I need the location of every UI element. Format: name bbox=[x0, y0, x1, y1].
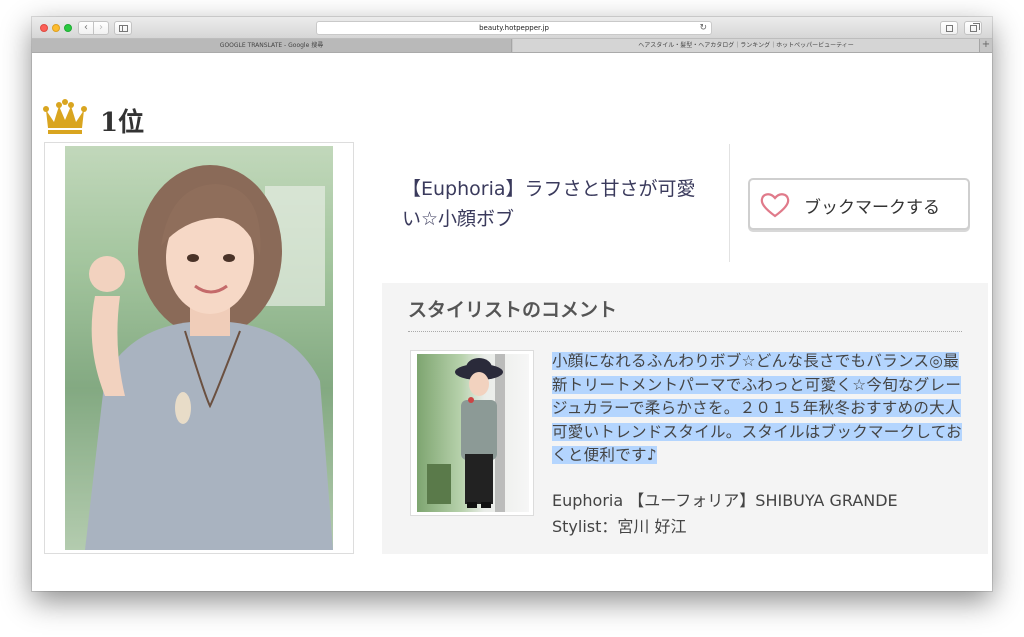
tab-google-translate[interactable]: GOOGLE TRANSLATE - Google 搜尋 bbox=[32, 39, 512, 52]
selected-comment-text: 小顔になれるふんわりボブ☆どんな長さでもバランス◎最新トリートメントパーマでふわ… bbox=[552, 352, 962, 464]
address-bar[interactable]: beauty.hotpepper.jp ↻ bbox=[316, 21, 712, 35]
bookmark-label: ブックマークする bbox=[804, 198, 940, 218]
stylist-name[interactable]: Stylist：宮川 好江 bbox=[552, 513, 687, 537]
style-photo-frame[interactable] bbox=[44, 142, 354, 554]
browser-window: ‹ › beauty.hotpepper.jp ↻ GOOGLE TRANSLA… bbox=[32, 17, 992, 591]
forward-button[interactable]: › bbox=[93, 21, 109, 35]
heading-divider bbox=[408, 331, 962, 332]
stylist-photo[interactable] bbox=[417, 354, 529, 512]
back-button[interactable]: ‹ bbox=[78, 21, 94, 35]
chevron-left-icon: ‹ bbox=[84, 22, 88, 33]
sidebar-icon bbox=[119, 25, 128, 32]
url-text: beauty.hotpepper.jp bbox=[479, 24, 549, 32]
salon-name[interactable]: Euphoria 【ユーフォリア】SHIBUYA GRANDE bbox=[552, 487, 898, 511]
stylist-comment-box: スタイリストのコメント 小顔になれるふんわりボブ☆どんな長さでもバランス◎最新ト… bbox=[382, 283, 988, 554]
show-tabs-button[interactable] bbox=[964, 21, 982, 35]
share-button[interactable] bbox=[940, 21, 958, 35]
style-photo[interactable] bbox=[65, 146, 333, 550]
zoom-window-button[interactable] bbox=[64, 24, 72, 32]
minimize-window-button[interactable] bbox=[52, 24, 60, 32]
crown-icon bbox=[43, 99, 87, 134]
rank-label: 1位 bbox=[100, 108, 145, 138]
heart-icon bbox=[760, 193, 790, 218]
page-content: 1位 【Euphoria】ラフさと甘さが可愛い☆小顔ボブ ブックマークする スタ… bbox=[32, 54, 992, 591]
reload-icon[interactable]: ↻ bbox=[699, 22, 707, 34]
bookmark-button[interactable]: ブックマークする bbox=[748, 178, 970, 230]
new-tab-button[interactable]: + bbox=[979, 39, 992, 52]
comment-text: 小顔になれるふんわりボブ☆どんな長さでもバランス◎最新トリートメントパーマでふわ… bbox=[552, 350, 962, 468]
sidebar-toggle-button[interactable] bbox=[114, 21, 132, 35]
comment-heading: スタイリストのコメント bbox=[408, 299, 618, 321]
vertical-divider bbox=[729, 144, 730, 262]
style-title[interactable]: 【Euphoria】ラフさと甘さが可愛い☆小顔ボブ bbox=[402, 174, 712, 234]
stylist-photo-frame[interactable] bbox=[410, 350, 534, 516]
share-icon bbox=[946, 25, 953, 32]
tabs-icon bbox=[970, 23, 980, 32]
tab-hotpepper[interactable]: ヘアスタイル・髪型・ヘアカタログ｜ランキング｜ホットペッパービューティー bbox=[513, 39, 979, 52]
close-window-button[interactable] bbox=[40, 24, 48, 32]
browser-toolbar: ‹ › beauty.hotpepper.jp ↻ bbox=[32, 17, 992, 39]
chevron-right-icon: › bbox=[99, 22, 103, 33]
tab-bar: GOOGLE TRANSLATE - Google 搜尋 ヘアスタイル・髪型・ヘ… bbox=[32, 39, 992, 53]
